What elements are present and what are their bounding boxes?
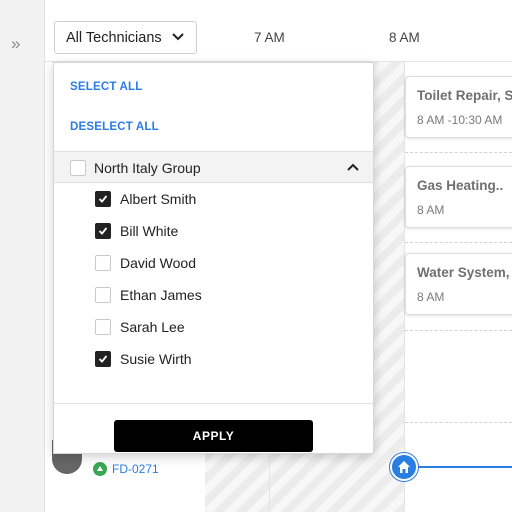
row-divider [405,330,512,331]
technician-filter-dropdown[interactable]: All Technicians [54,21,197,54]
technician-option-david-wood[interactable]: David Wood [54,247,373,279]
job-time: 8 AM [417,203,445,217]
chevron-up-icon[interactable] [347,163,359,171]
technician-checkbox[interactable] [95,191,111,207]
technician-checkbox[interactable] [95,287,111,303]
job-time: 8 AM -10:30 AM [417,113,503,127]
deselect-all-link[interactable]: DESELECT ALL [70,121,159,133]
technician-checkbox[interactable] [95,255,111,271]
job-title: Gas Heating.. [417,178,504,193]
technician-filter-label: All Technicians [66,30,162,46]
job-card[interactable]: Toilet Repair, S 8 AM -10:30 AM [405,76,512,138]
route-timeline-line [415,466,512,468]
technician-option-label: Albert Smith [120,191,197,207]
apply-button[interactable]: APPLY [114,420,313,452]
arrow-up-icon[interactable] [93,462,107,476]
select-all-link[interactable]: SELECT ALL [70,81,143,93]
job-title: Water System, I [417,265,512,280]
group-checkbox[interactable] [70,160,86,176]
technician-option-bill-white[interactable]: Bill White [54,215,373,247]
left-rail: » [0,0,45,512]
technician-option-label: Ethan James [120,287,202,303]
technician-option-label: David Wood [120,255,197,271]
row-divider [405,242,512,243]
job-card[interactable]: Water System, I 8 AM [405,253,512,315]
job-card[interactable]: Gas Heating.. 8 AM [405,166,512,228]
technician-option-sarah-lee[interactable]: Sarah Lee [54,311,373,343]
technician-option-albert-smith[interactable]: Albert Smith [54,183,373,215]
job-title: Toilet Repair, S [417,88,512,103]
technician-option-label: Susie Wirth [120,351,192,367]
group-north-italy[interactable]: North Italy Group [54,151,373,183]
technician-id-link[interactable]: FD-0271 [112,462,159,476]
technician-option-label: Sarah Lee [120,319,185,335]
time-label-7am: 7 AM [254,30,285,45]
dropdown-divider [54,403,373,404]
group-label: North Italy Group [94,160,201,176]
technician-checkbox[interactable] [95,351,111,367]
technician-checkbox[interactable] [95,223,111,239]
row-divider [405,422,512,423]
technician-option-susie-wirth[interactable]: Susie Wirth [54,343,373,375]
chevron-down-icon [172,33,184,41]
technician-filter-panel: SELECT ALL DESELECT ALL North Italy Grou… [53,62,374,454]
expand-rail-icon[interactable]: » [11,34,33,54]
job-time: 8 AM [417,290,445,304]
technician-option-ethan-james[interactable]: Ethan James [54,279,373,311]
technician-option-label: Bill White [120,223,179,239]
technician-checkbox[interactable] [95,319,111,335]
home-icon[interactable] [390,453,418,481]
row-divider [405,152,512,153]
time-label-8am: 8 AM [389,30,420,45]
